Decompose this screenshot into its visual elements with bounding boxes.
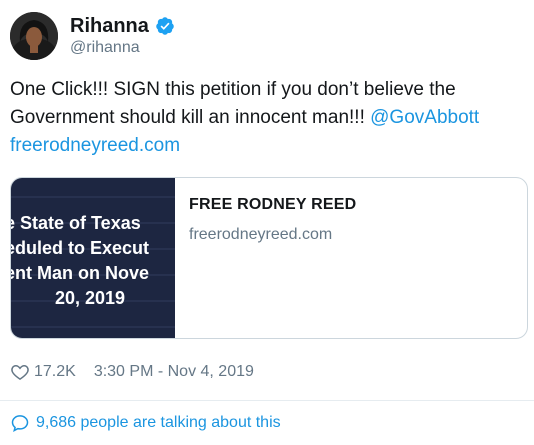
- tweet-meta: 17.2K 3:30 PM - Nov 4, 2019: [10, 362, 254, 382]
- speech-bubble-icon: [10, 413, 30, 433]
- talking-text[interactable]: 9,686 people are talking about this: [36, 414, 281, 432]
- link-card[interactable]: e State of Texas eduled to Execut ent Ma…: [10, 177, 528, 339]
- verified-badge-icon: [155, 16, 175, 36]
- conversation-link[interactable]: 9,686 people are talking about this: [10, 413, 281, 433]
- tweet-text: One Click!!! SIGN this petition if you d…: [10, 76, 530, 160]
- url-link[interactable]: freerodneyreed.com: [10, 135, 180, 156]
- card-image-line: ent Man on Nove: [11, 263, 150, 283]
- card-domain: freerodneyreed.com: [189, 226, 333, 243]
- heart-icon[interactable]: [10, 362, 30, 382]
- card-image: e State of Texas eduled to Execut ent Ma…: [11, 178, 175, 338]
- like-count[interactable]: 17.2K: [34, 363, 76, 381]
- avatar[interactable]: [10, 12, 58, 60]
- card-image-line: 20, 2019: [54, 288, 126, 308]
- card-image-line: eduled to Execut: [11, 238, 150, 258]
- card-title: FREE RODNEY REED: [189, 196, 357, 213]
- display-name[interactable]: Rihanna: [70, 14, 149, 38]
- divider: [0, 400, 534, 401]
- handle[interactable]: @rihanna: [70, 38, 140, 58]
- timestamp[interactable]: 3:30 PM - Nov 4, 2019: [94, 363, 254, 381]
- mention-link[interactable]: @GovAbbott: [370, 107, 479, 128]
- card-image-line: e State of Texas: [11, 213, 141, 233]
- tweet-header: Rihanna @rihanna: [10, 8, 524, 60]
